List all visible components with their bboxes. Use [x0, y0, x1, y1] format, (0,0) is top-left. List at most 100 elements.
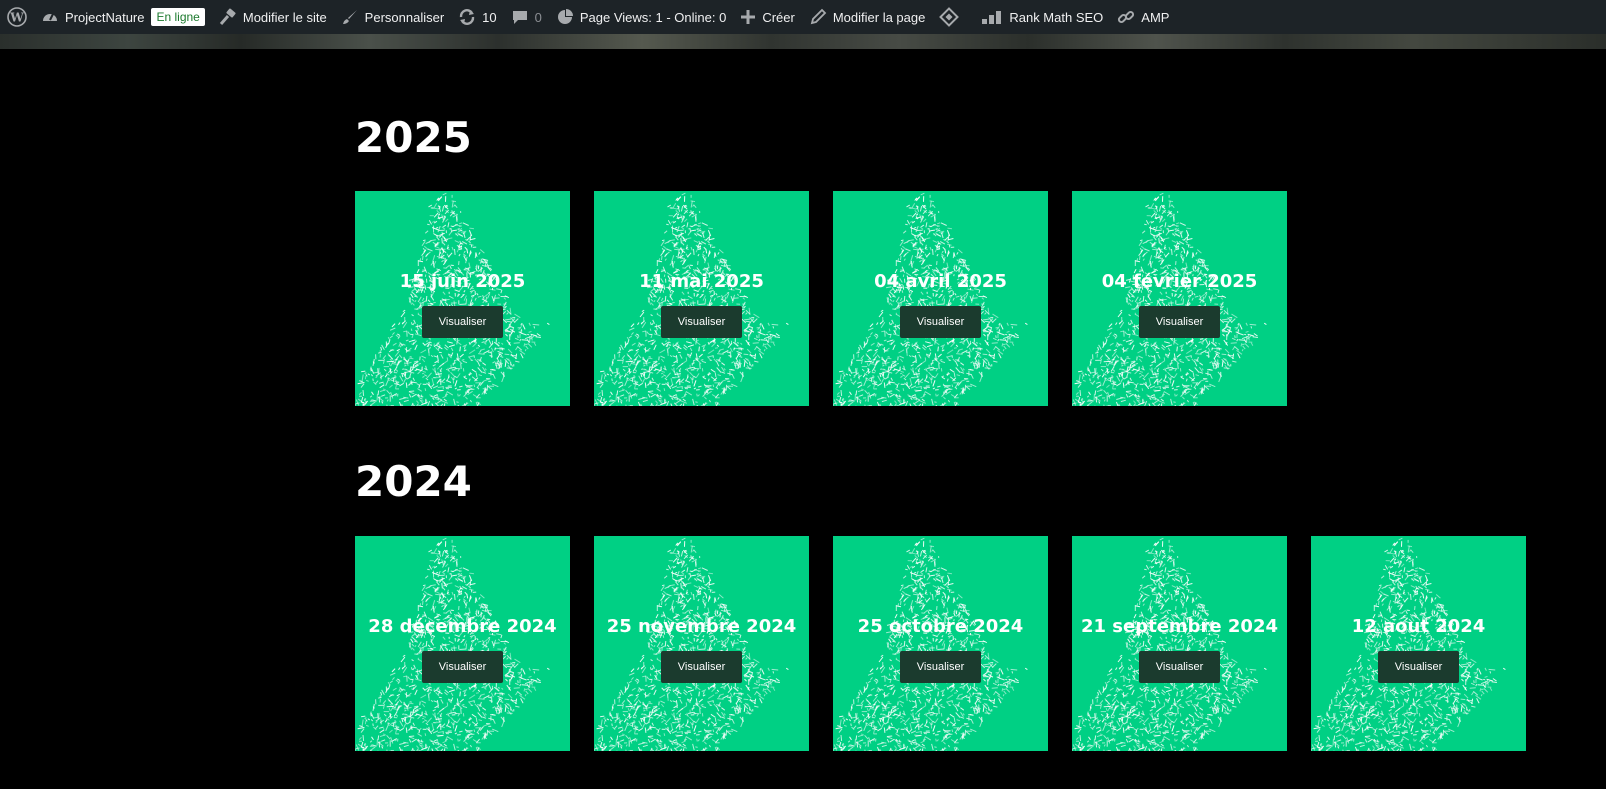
texture-stroke — [657, 385, 660, 389]
texture-stroke — [1090, 400, 1094, 402]
texture-stroke — [650, 314, 653, 317]
texture-stroke — [674, 248, 680, 251]
texture-stroke — [926, 295, 932, 299]
texture-stroke — [600, 374, 603, 382]
texture-stroke — [448, 230, 454, 236]
texture-stroke — [454, 375, 458, 379]
texture-stroke — [532, 668, 540, 671]
texture-stroke — [873, 334, 878, 339]
texture-stroke — [1190, 384, 1193, 388]
texture-stroke — [1250, 342, 1254, 346]
gallery-card[interactable]: 28 décembre 2024 Visualiser — [355, 536, 570, 751]
gallery-card[interactable]: 11 mai 2025 Visualiser — [594, 191, 809, 406]
texture-stroke — [628, 384, 632, 388]
texture-stroke — [855, 368, 857, 375]
texture-stroke — [1175, 253, 1178, 257]
texture-stroke — [1196, 356, 1199, 361]
gallery-card[interactable]: 15 juin 2025 Visualiser — [355, 191, 570, 406]
rank-math-bars-icon — [982, 11, 1002, 24]
texture-stroke — [1006, 322, 1009, 326]
texture-stroke — [421, 240, 426, 247]
texture-stroke — [1000, 324, 1004, 330]
texture-stroke — [375, 380, 379, 384]
texture-stroke — [851, 371, 857, 374]
texture-stroke — [721, 362, 726, 366]
texture-stroke — [364, 398, 367, 400]
texture-stroke — [946, 378, 949, 382]
texture-stroke — [998, 323, 1001, 327]
texture-stroke — [717, 353, 724, 355]
texture-stroke — [855, 351, 860, 354]
customize-button[interactable]: Personnaliser — [334, 0, 452, 34]
updates-button[interactable]: 10 — [451, 0, 503, 34]
visualiser-button[interactable]: Visualiser — [900, 306, 981, 338]
texture-stroke — [711, 394, 716, 398]
texture-stroke — [454, 380, 458, 387]
texture-stroke — [1150, 212, 1156, 218]
texture-stroke — [1078, 370, 1083, 373]
texture-stroke — [369, 366, 372, 371]
texture-stroke — [680, 378, 685, 382]
texture-stroke — [957, 349, 960, 353]
wordpress-logo-button[interactable]: W — [0, 0, 34, 34]
amp-button[interactable]: AMP — [1110, 0, 1176, 34]
texture-stroke — [650, 302, 654, 306]
texture-stroke — [715, 292, 718, 296]
texture-stroke — [1148, 377, 1151, 385]
texture-stroke — [872, 350, 878, 357]
texture-stroke — [953, 347, 957, 349]
texture-stroke — [715, 383, 720, 389]
texture-stroke — [892, 300, 895, 303]
texture-stroke — [870, 363, 875, 365]
texture-stroke — [1097, 346, 1100, 351]
texture-stroke — [426, 372, 432, 379]
texture-stroke — [1142, 295, 1145, 302]
texture-stroke — [710, 368, 716, 373]
site-name-menu[interactable]: ProjectNature — [34, 0, 151, 34]
texture-stroke — [471, 368, 477, 373]
gallery-card[interactable]: 04 février 2025 Visualiser — [1072, 191, 1287, 406]
texture-stroke — [992, 313, 999, 319]
new-content-button[interactable]: Créer — [733, 0, 802, 34]
plugin-diamond-button[interactable] — [932, 0, 966, 34]
texture-stroke — [941, 349, 945, 352]
texture-stroke — [441, 238, 443, 244]
texture-stroke — [946, 240, 950, 244]
texture-stroke — [861, 368, 865, 372]
visualiser-button[interactable]: Visualiser — [1139, 306, 1220, 338]
rank-math-button[interactable]: Rank Math SEO — [974, 0, 1110, 34]
texture-stroke — [928, 347, 932, 352]
texture-stroke — [887, 356, 891, 358]
texture-stroke — [754, 360, 759, 363]
texture-stroke — [443, 398, 447, 402]
texture-stroke — [479, 261, 482, 264]
texture-stroke — [851, 400, 855, 402]
texture-stroke — [1106, 384, 1110, 388]
edit-page-button[interactable]: Modifier la page — [802, 0, 933, 34]
edit-site-button[interactable]: Modifier le site — [212, 0, 334, 34]
texture-stroke — [836, 392, 840, 395]
texture-stroke — [649, 328, 652, 332]
texture-stroke — [1119, 368, 1122, 370]
texture-stroke — [867, 384, 871, 388]
texture-stroke — [643, 372, 646, 377]
comments-button[interactable]: 0 — [504, 0, 549, 34]
texture-stroke — [838, 383, 843, 388]
texture-stroke — [1201, 368, 1204, 371]
texture-stroke — [664, 365, 666, 370]
texture-stroke — [900, 358, 904, 363]
texture-stroke — [603, 398, 606, 400]
texture-stroke — [614, 380, 618, 384]
texture-stroke — [859, 394, 864, 397]
visualiser-button[interactable]: Visualiser — [661, 306, 742, 338]
texture-stroke — [700, 359, 704, 361]
texture-stroke — [937, 346, 939, 352]
site-status[interactable]: En ligne — [151, 0, 211, 34]
visualiser-button[interactable]: Visualiser — [422, 306, 503, 338]
texture-stroke — [661, 342, 665, 346]
texture-stroke — [437, 559, 441, 561]
page-views-button[interactable]: Page Views: 1 - Online: 0 — [549, 0, 733, 34]
texture-stroke — [638, 397, 645, 400]
gallery-card[interactable]: 04 avril 2025 Visualiser — [833, 191, 1048, 406]
texture-stroke — [849, 391, 852, 396]
